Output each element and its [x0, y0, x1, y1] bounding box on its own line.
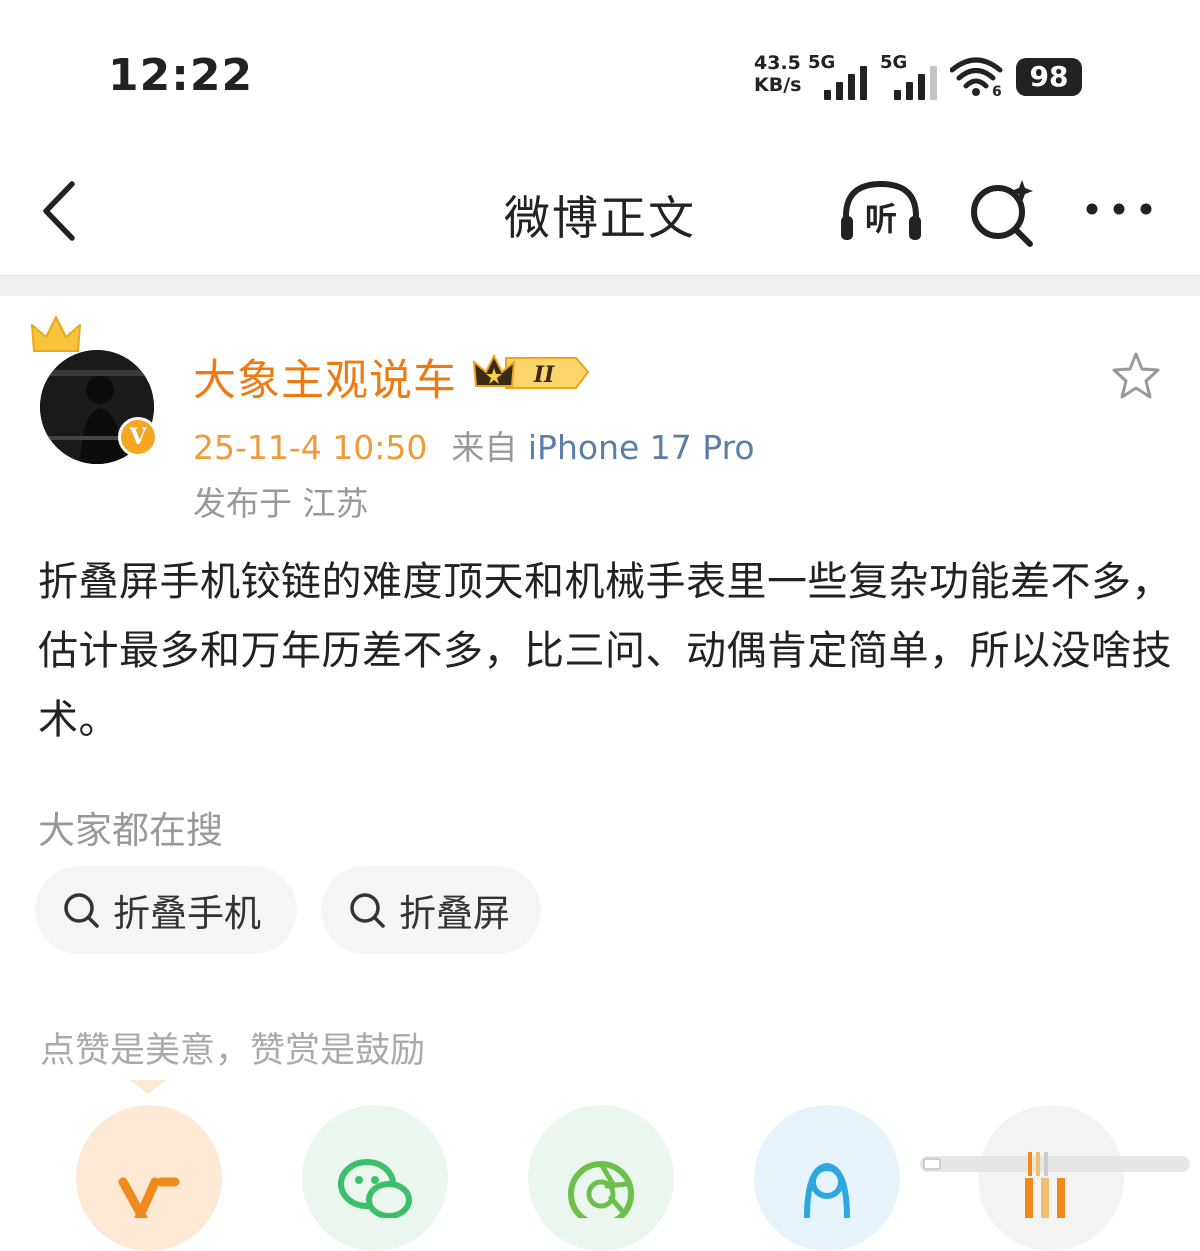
- share-more-button[interactable]: [978, 1105, 1124, 1251]
- weibo-icon: [118, 1177, 180, 1218]
- post-source[interactable]: iPhone 17 Pro: [528, 428, 755, 467]
- share-qq-button[interactable]: [754, 1105, 900, 1251]
- moments-icon: [568, 1161, 634, 1218]
- favorite-button[interactable]: [1110, 350, 1162, 402]
- vip-level: II: [533, 362, 555, 388]
- hot-search-label: 折叠手机: [113, 892, 261, 935]
- post-location: 发布于 江苏: [193, 484, 369, 523]
- search-sparkle-icon: [971, 180, 1033, 247]
- status-time: 12:22: [108, 50, 254, 101]
- wechat-icon: [338, 1159, 412, 1218]
- section-divider: [0, 275, 1200, 296]
- search-icon: [350, 893, 385, 928]
- reward-weibo-button[interactable]: [76, 1105, 222, 1251]
- wifi-icon: 6: [949, 54, 1004, 100]
- post-text: 折叠屏手机铰链的难度顶天和机械手表里一些复杂功能差不多，估计最多和万年历差不多，…: [38, 559, 1172, 743]
- post-meta: 25-11-4 10:50 来自 iPhone 17 Pro: [193, 421, 755, 469]
- author-name[interactable]: 大象主观说车: [193, 346, 457, 408]
- network-speed-unit: KB/s: [754, 74, 802, 96]
- signal-bars-icon: [894, 66, 940, 100]
- listen-button[interactable]: 听: [838, 178, 924, 244]
- author-avatar-wrap[interactable]: V: [30, 315, 165, 464]
- star-outline-icon: [1112, 352, 1160, 399]
- post-source-prefix: 来自: [451, 428, 518, 467]
- crown-icon: [30, 315, 82, 357]
- network-speed: 43.5 KB/s: [754, 52, 801, 96]
- search-button[interactable]: [966, 176, 1038, 248]
- post-time: 25-11-4 10:50: [193, 428, 428, 467]
- verified-icon: V: [118, 417, 158, 457]
- reward-title: 点赞是美意，赞赏是鼓励: [40, 1031, 426, 1071]
- more-dots-icon: [1086, 203, 1152, 215]
- nav-header: 微博正文 听: [0, 150, 1200, 275]
- hot-search-chip[interactable]: 折叠屏: [321, 866, 541, 954]
- wifi-sub-label: 6: [992, 84, 1002, 98]
- listen-label: 听: [865, 200, 897, 238]
- headphones-icon: 听: [841, 180, 921, 240]
- status-bar: 12:22 43.5 KB/s 5G 5G 6 98: [0, 0, 1200, 150]
- hot-search-title: 大家都在搜: [38, 809, 223, 852]
- battery-level: 98: [1016, 58, 1082, 96]
- hot-search-chip[interactable]: 折叠手机: [35, 866, 297, 954]
- share-wechat-button[interactable]: [302, 1105, 448, 1251]
- network-speed-value: 43.5: [754, 52, 801, 74]
- vip-badge-icon[interactable]: II: [472, 350, 590, 394]
- qq-icon: [804, 1162, 850, 1218]
- pointer-arrow-icon: [130, 1080, 166, 1094]
- signal-bars-icon: [824, 66, 870, 100]
- watermark-icon: [920, 1152, 1190, 1176]
- search-icon: [64, 893, 99, 928]
- more-button[interactable]: [1084, 194, 1154, 224]
- share-moments-button[interactable]: [528, 1105, 674, 1251]
- hot-search-label: 折叠屏: [399, 892, 510, 935]
